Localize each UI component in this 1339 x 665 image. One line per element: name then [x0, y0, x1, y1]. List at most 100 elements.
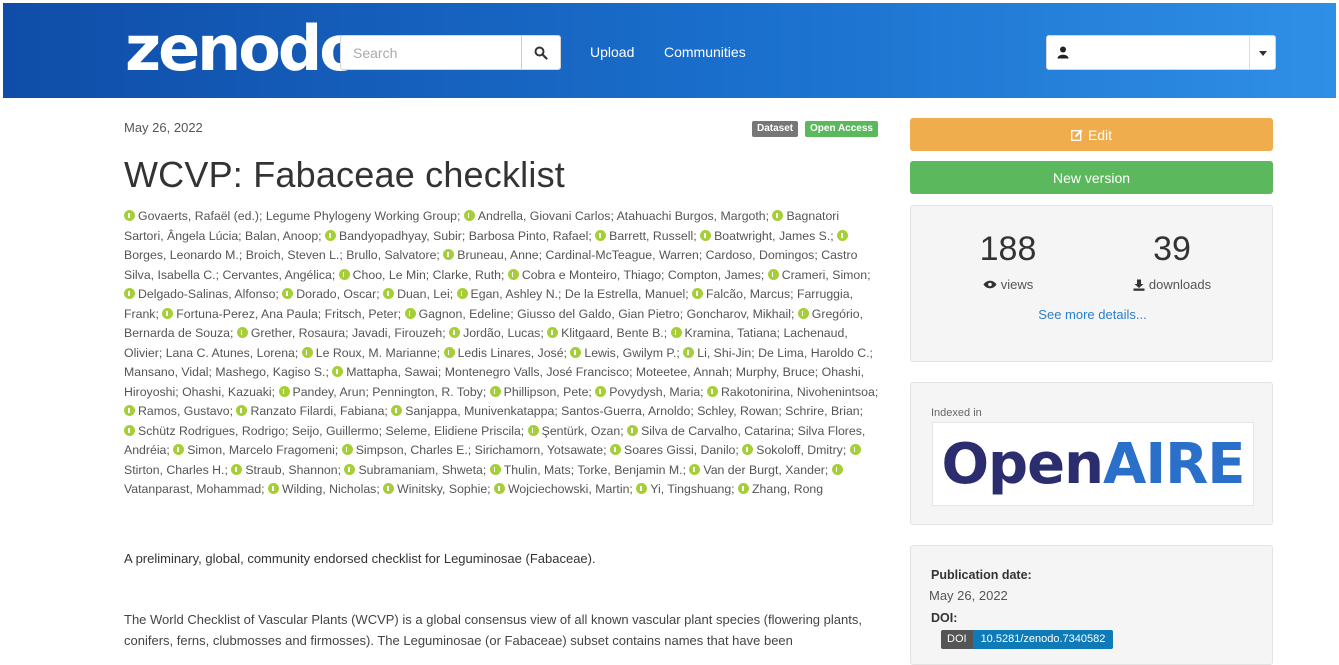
- orcid-icon[interactable]: [443, 346, 455, 358]
- orcid-icon[interactable]: [404, 307, 416, 319]
- edit-button[interactable]: Edit: [910, 118, 1273, 151]
- author-name: Vatanparast, Mohammad: [124, 482, 262, 496]
- new-version-button[interactable]: New version: [910, 161, 1273, 194]
- orcid-icon[interactable]: [332, 366, 344, 377]
- orcid-icon[interactable]: [124, 424, 135, 436]
- author-name: Pandey, Arun: [292, 384, 366, 399]
- author-name: Clarke, Ruth: [432, 267, 501, 282]
- orcid-icon[interactable]: [338, 268, 350, 280]
- author-name: Duan, Lei: [397, 287, 450, 301]
- author-name: Şentürk, Ozan: [541, 423, 621, 438]
- orcid-icon[interactable]: [231, 463, 243, 475]
- orcid-icon[interactable]: [162, 307, 174, 319]
- orcid-icon[interactable]: [797, 307, 809, 319]
- orcid-icon[interactable]: [595, 229, 607, 241]
- orcid-icon[interactable]: [268, 483, 280, 494]
- orcid-icon[interactable]: [831, 463, 843, 475]
- author-name: Povydysh, Maria: [609, 384, 701, 399]
- search-button[interactable]: [521, 36, 560, 69]
- author-name: Crameri, Simon: [781, 267, 868, 282]
- orcid-icon[interactable]: [278, 385, 290, 397]
- orcid-icon[interactable]: [507, 268, 519, 280]
- author-name: Grether, Rosaura: [250, 326, 346, 340]
- author-name: Javadi, Firouzeh: [351, 326, 443, 340]
- orcid-icon[interactable]: [742, 444, 754, 455]
- orcid-icon[interactable]: [383, 483, 395, 494]
- orcid-icon[interactable]: [383, 288, 395, 299]
- author-name: Seijo, Guillermo: [291, 423, 379, 438]
- orcid-icon[interactable]: [767, 268, 779, 280]
- chevron-down-icon[interactable]: [1259, 51, 1267, 56]
- author-name: Subramaniam, Shweta: [358, 462, 483, 477]
- orcid-icon[interactable]: [301, 346, 313, 358]
- orcid-icon[interactable]: [489, 463, 501, 475]
- orcid-icon[interactable]: [692, 288, 704, 299]
- author-name: Torke, Benjamin M.: [577, 462, 683, 477]
- stats-panel: 188 39 views downloads See more details.…: [910, 205, 1273, 362]
- author-name: Giusso del Galdo, Gian Pietro: [517, 306, 680, 321]
- orcid-icon[interactable]: [837, 229, 849, 241]
- orcid-icon[interactable]: [344, 463, 356, 475]
- top-header: zenodo Upload Communities: [3, 3, 1336, 98]
- orcid-icon[interactable]: [849, 444, 861, 455]
- orcid-icon[interactable]: [494, 483, 505, 494]
- orcid-icon[interactable]: [391, 405, 403, 416]
- author-name: Sirichamorn, Yotsawate: [474, 443, 604, 457]
- author-name: Soares Gissi, Danilo: [624, 443, 736, 457]
- orcid-icon[interactable]: [772, 210, 784, 221]
- search-box: [340, 35, 561, 70]
- author-name: Borges, Leonardo M.: [124, 248, 239, 262]
- author-name: Mashego, Kagiso S.: [215, 365, 326, 379]
- author-name: Compton, James: [667, 267, 761, 282]
- orcid-icon[interactable]: [689, 463, 701, 475]
- views-label: views: [1000, 277, 1034, 292]
- orcid-icon[interactable]: [456, 288, 468, 299]
- zenodo-logo[interactable]: zenodo: [125, 16, 362, 82]
- orcid-icon[interactable]: [463, 210, 475, 221]
- orcid-icon[interactable]: [124, 405, 135, 416]
- author-name: Jordão, Lucas: [463, 326, 541, 340]
- orcid-icon[interactable]: [627, 424, 639, 436]
- orcid-icon[interactable]: [236, 405, 248, 416]
- author-name: Bruneau, Anne: [457, 248, 539, 262]
- author-name: Simon, Marcelo Fragomeni: [187, 443, 335, 457]
- author-name: Boatwright, James S.: [714, 228, 831, 243]
- orcid-icon[interactable]: [282, 288, 294, 299]
- author-name: Andrella, Giovani Carlos: [477, 209, 611, 223]
- orcid-icon[interactable]: [700, 229, 712, 241]
- orcid-icon[interactable]: [341, 444, 353, 455]
- orcid-icon[interactable]: [489, 385, 501, 397]
- author-name: Montenegro Valls, José Francisco: [444, 365, 630, 379]
- orcid-icon[interactable]: [595, 385, 607, 397]
- openaire-logo[interactable]: Open AIRE: [932, 422, 1254, 506]
- orcid-icon[interactable]: [683, 346, 695, 358]
- orcid-icon[interactable]: [236, 327, 248, 338]
- author-name: Fritsch, Peter: [324, 306, 398, 321]
- orcid-icon[interactable]: [670, 327, 682, 338]
- nav-communities[interactable]: Communities: [664, 44, 746, 60]
- see-more-details-link[interactable]: See more details...: [911, 307, 1274, 322]
- author-name: Schley, Rowan: [697, 404, 779, 418]
- author-name: De la Estrella, Manuel: [564, 287, 686, 301]
- orcid-icon[interactable]: [570, 346, 582, 358]
- orcid-icon[interactable]: [124, 288, 135, 299]
- record-description: A preliminary, global, community endorse…: [124, 551, 596, 566]
- orcid-icon[interactable]: [443, 249, 455, 260]
- doi-badge[interactable]: DOI 10.5281/zenodo.7340582: [941, 630, 1114, 649]
- nav-upload[interactable]: Upload: [590, 44, 634, 60]
- orcid-icon[interactable]: [547, 327, 559, 338]
- orcid-icon[interactable]: [738, 483, 750, 494]
- views-label-group: views: [928, 277, 1088, 292]
- user-menu-dropdown[interactable]: [1046, 35, 1276, 70]
- indexed-in-panel: Indexed in Open AIRE: [910, 382, 1273, 525]
- search-input[interactable]: [341, 36, 523, 69]
- orcid-icon[interactable]: [449, 327, 461, 338]
- author-name: Mattapha, Sawai: [346, 365, 438, 379]
- orcid-icon[interactable]: [124, 210, 135, 221]
- orcid-icon[interactable]: [173, 444, 185, 455]
- orcid-icon[interactable]: [325, 229, 337, 241]
- orcid-icon[interactable]: [527, 424, 539, 436]
- orcid-icon[interactable]: [636, 483, 648, 494]
- orcid-icon[interactable]: [707, 385, 719, 397]
- orcid-icon[interactable]: [610, 444, 621, 455]
